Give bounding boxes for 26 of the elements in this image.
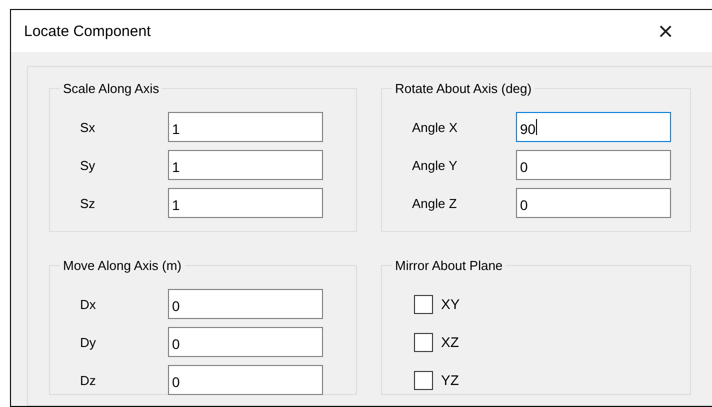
checkbox-label: XZ (441, 334, 459, 350)
checkbox[interactable] (414, 294, 433, 314)
field-label: Angle Z (412, 196, 458, 210)
field-label: Sz (80, 196, 96, 210)
field-label: Angle Y (412, 158, 458, 172)
input-field[interactable]: 0 (168, 327, 323, 357)
checkbox-label: YZ (441, 372, 459, 388)
field-label: Angle X (412, 120, 459, 134)
input-field[interactable]: 0 (168, 289, 323, 319)
field-label: Sx (80, 120, 96, 134)
field-label: Dy (80, 334, 97, 350)
field-label: Dx (80, 296, 97, 312)
input-field[interactable]: 0 (516, 150, 671, 180)
field-label: Dz (80, 372, 97, 388)
field-label: Sy (80, 158, 96, 172)
input-field[interactable]: 0 (168, 365, 323, 395)
checkbox-label: XY (441, 296, 460, 312)
input-field[interactable]: 0 (516, 188, 671, 218)
checkbox[interactable] (414, 332, 433, 352)
checkbox[interactable] (414, 370, 433, 390)
input-field[interactable]: 1 (168, 150, 323, 180)
input-field[interactable]: 1 (168, 188, 323, 218)
window-title: Locate Component (24, 22, 151, 40)
input-field[interactable]: 90 (516, 112, 671, 142)
close-button[interactable]: × (658, 18, 686, 44)
input-field[interactable]: 1 (168, 112, 323, 142)
